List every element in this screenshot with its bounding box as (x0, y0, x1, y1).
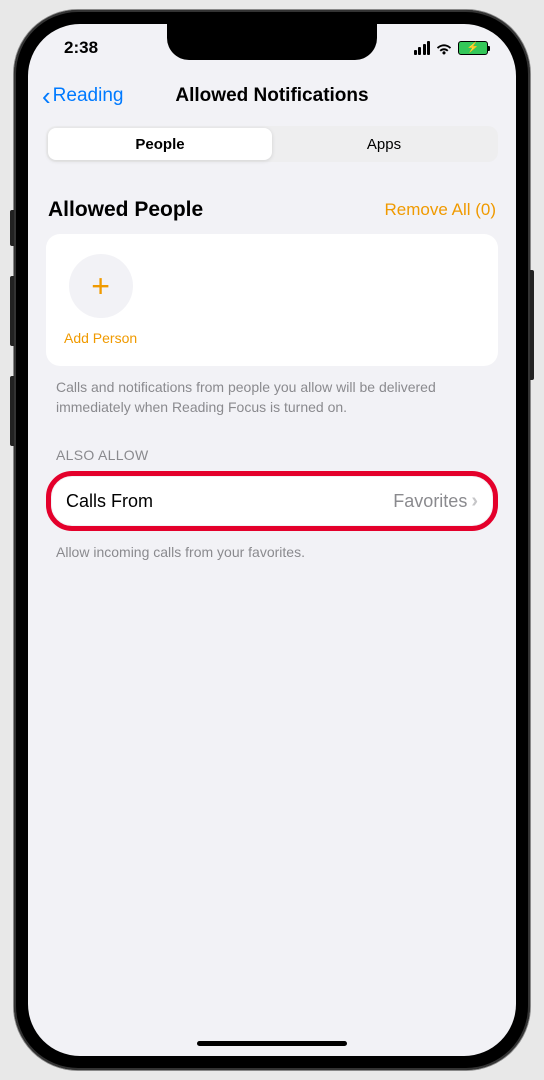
screen: 2:38 ⚡ ‹ Reading Allowed Notifications (28, 24, 516, 1056)
allowed-people-footer: Calls and notifications from people you … (46, 366, 498, 417)
also-allow-header: ALSO ALLOW (56, 447, 488, 463)
calls-from-row[interactable]: Calls From Favorites › (52, 477, 492, 525)
calls-from-value: Favorites (393, 491, 467, 512)
charging-icon: ⚡ (467, 43, 479, 54)
calls-from-value-wrap: Favorites › (393, 490, 478, 513)
highlight-annotation: Calls From Favorites › (46, 471, 498, 531)
allowed-people-title: Allowed People (48, 198, 203, 222)
segment-people[interactable]: People (48, 128, 272, 160)
page-title: Allowed Notifications (175, 85, 368, 107)
nav-bar: ‹ Reading Allowed Notifications (28, 72, 516, 120)
also-allow-footer: Allow incoming calls from your favorites… (46, 531, 498, 563)
content: People Apps Allowed People Remove All (0… (28, 120, 516, 563)
status-right: ⚡ (414, 41, 489, 55)
allowed-people-card: + Add Person (46, 234, 498, 366)
remove-all-button[interactable]: Remove All (0) (385, 200, 496, 220)
segment-apps-label: Apps (367, 136, 401, 153)
segmented-control: People Apps (46, 126, 498, 162)
device-side-buttons-left (10, 210, 14, 476)
device-frame: 2:38 ⚡ ‹ Reading Allowed Notifications (14, 10, 530, 1070)
back-button[interactable]: ‹ Reading (42, 83, 123, 109)
segment-people-label: People (135, 136, 184, 153)
signal-icon (414, 41, 431, 55)
wifi-icon (435, 42, 453, 55)
plus-icon: + (69, 254, 133, 318)
add-person-button[interactable]: + Add Person (64, 254, 137, 346)
status-time: 2:38 (64, 38, 98, 58)
battery-icon: ⚡ (458, 41, 488, 55)
home-indicator[interactable] (197, 1041, 347, 1046)
chevron-right-icon: › (471, 490, 478, 513)
add-person-label: Add Person (64, 330, 137, 346)
segment-apps[interactable]: Apps (272, 128, 496, 160)
calls-from-label: Calls From (66, 491, 153, 512)
chevron-left-icon: ‹ (42, 83, 51, 109)
device-side-buttons-right (530, 270, 534, 410)
notch (167, 24, 377, 60)
section-header: Allowed People Remove All (0) (48, 198, 496, 222)
back-label: Reading (53, 85, 124, 107)
